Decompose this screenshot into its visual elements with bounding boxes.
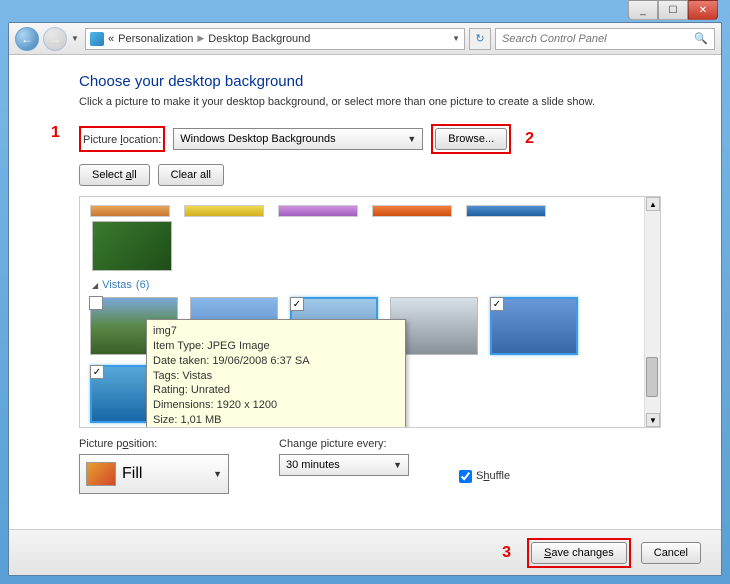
close-button[interactable]: ✕ xyxy=(688,0,718,20)
thumbnail-tooltip: img7 Item Type: JPEG Image Date taken: 1… xyxy=(146,319,406,427)
checkbox[interactable] xyxy=(89,296,103,310)
change-every-col: Change picture every: 30 minutes ▼ xyxy=(279,438,409,494)
picture-location-value: Windows Desktop Backgrounds xyxy=(180,133,335,145)
back-button[interactable]: ← xyxy=(15,27,39,51)
checkbox[interactable] xyxy=(90,365,104,379)
tooltip-line: Rating: Unrated xyxy=(153,383,399,398)
control-panel-icon xyxy=(90,32,104,46)
refresh-button[interactable]: ↻ xyxy=(469,28,491,50)
titlebar-controls: _ ☐ ✕ xyxy=(628,0,718,20)
save-changes-button[interactable]: Save changes xyxy=(531,542,627,564)
thumbnail[interactable] xyxy=(90,205,170,217)
highlight-box-2: Browse... xyxy=(431,124,511,154)
partial-row xyxy=(90,205,634,217)
footer: 3 Save changes Cancel xyxy=(9,529,721,575)
vistas-row: img7 Item Type: JPEG Image Date taken: 1… xyxy=(90,297,634,355)
thumbnail[interactable] xyxy=(372,205,452,217)
nav-history-dropdown[interactable]: ▼ xyxy=(71,34,81,43)
thumbnail-fern[interactable] xyxy=(92,221,172,271)
checkbox[interactable] xyxy=(290,297,304,311)
maximize-button[interactable]: ☐ xyxy=(658,0,688,20)
breadcrumb-prefix: « xyxy=(108,33,114,45)
tooltip-line: img7 xyxy=(153,324,399,339)
gallery-inner: ◢ Vistas (6) img7 Item Type: JPEG Image xyxy=(80,197,644,427)
picture-position-dropdown[interactable]: Fill ▼ xyxy=(79,454,229,494)
window: _ ☐ ✕ ← → ▼ « Personalization ▶ Desktop … xyxy=(0,0,730,584)
address-dropdown[interactable]: ▼ xyxy=(452,34,460,43)
scrollbar[interactable]: ▲ ▼ xyxy=(644,197,660,427)
chevron-down-icon: ▼ xyxy=(393,460,402,470)
chevron-down-icon: ▼ xyxy=(407,134,416,144)
address-bar[interactable]: « Personalization ▶ Desktop Background ▼ xyxy=(85,28,465,50)
picture-position-label: Picture position: xyxy=(79,438,229,450)
highlight-box-1: Picture location: xyxy=(79,126,165,152)
scroll-down-button[interactable]: ▼ xyxy=(646,413,660,427)
chevron-down-icon: ▼ xyxy=(213,469,222,479)
select-row: Select all Clear all xyxy=(79,164,661,186)
content-frame: ← → ▼ « Personalization ▶ Desktop Backgr… xyxy=(8,22,722,576)
search-icon: 🔍 xyxy=(694,32,708,45)
position-preview-icon xyxy=(86,462,116,486)
scroll-up-button[interactable]: ▲ xyxy=(646,197,660,211)
tooltip-line: Size: 1,01 MB xyxy=(153,413,399,427)
tooltip-line: Item Type: JPEG Image xyxy=(153,339,399,354)
browse-button[interactable]: Browse... xyxy=(435,128,507,150)
main-panel: Choose your desktop background Click a p… xyxy=(9,55,721,529)
change-interval-dropdown[interactable]: 30 minutes ▼ xyxy=(279,454,409,476)
picture-location-row: 1 Picture location: Windows Desktop Back… xyxy=(79,124,661,154)
callout-2: 2 xyxy=(525,130,534,148)
thumbnail[interactable] xyxy=(278,205,358,217)
change-interval-value: 30 minutes xyxy=(286,459,340,471)
tooltip-line: Date taken: 19/06/2008 6:37 SA xyxy=(153,354,399,369)
shuffle-option: Shuffle xyxy=(459,458,510,494)
picture-position-col: Picture position: Fill ▼ xyxy=(79,438,229,494)
scroll-thumb[interactable] xyxy=(646,357,658,397)
shuffle-checkbox[interactable] xyxy=(459,470,472,483)
checkbox[interactable] xyxy=(490,297,504,311)
search-input[interactable] xyxy=(502,33,690,45)
minimize-button[interactable]: _ xyxy=(628,0,658,20)
thumbnail[interactable] xyxy=(184,205,264,217)
picture-location-dropdown[interactable]: Windows Desktop Backgrounds ▼ xyxy=(173,128,423,150)
breadcrumb-personalization[interactable]: Personalization xyxy=(118,33,193,45)
highlight-box-3: Save changes xyxy=(527,538,631,568)
callout-3: 3 xyxy=(502,544,511,562)
change-every-label: Change picture every: xyxy=(279,438,409,450)
page-title: Choose your desktop background xyxy=(79,73,661,90)
cancel-button[interactable]: Cancel xyxy=(641,542,701,564)
thumbnail[interactable] xyxy=(466,205,546,217)
page-subtitle: Click a picture to make it your desktop … xyxy=(79,96,661,108)
group-count: (6) xyxy=(136,279,149,291)
callout-1: 1 xyxy=(51,124,60,142)
search-box[interactable]: 🔍 xyxy=(495,28,715,50)
group-header-vistas[interactable]: ◢ Vistas (6) xyxy=(92,279,634,291)
select-all-button[interactable]: Select all xyxy=(79,164,150,186)
group-name: Vistas xyxy=(102,279,132,291)
breadcrumb-desktop-background[interactable]: Desktop Background xyxy=(208,33,310,45)
clear-all-button[interactable]: Clear all xyxy=(158,164,224,186)
picture-gallery: ◢ Vistas (6) img7 Item Type: JPEG Image xyxy=(79,196,661,428)
collapse-icon: ◢ xyxy=(92,281,98,290)
picture-location-label: Picture location: xyxy=(83,134,161,146)
breadcrumb-sep: ▶ xyxy=(197,33,204,44)
picture-position-value: Fill xyxy=(122,465,142,483)
tooltip-line: Dimensions: 1920 x 1200 xyxy=(153,398,399,413)
options-row: Picture position: Fill ▼ Change picture … xyxy=(79,438,661,494)
navbar: ← → ▼ « Personalization ▶ Desktop Backgr… xyxy=(9,23,721,55)
tooltip-line: Tags: Vistas xyxy=(153,369,399,384)
thumbnail-vista-5[interactable] xyxy=(490,297,578,355)
shuffle-label: Shuffle xyxy=(476,470,510,482)
forward-button[interactable]: → xyxy=(43,27,67,51)
